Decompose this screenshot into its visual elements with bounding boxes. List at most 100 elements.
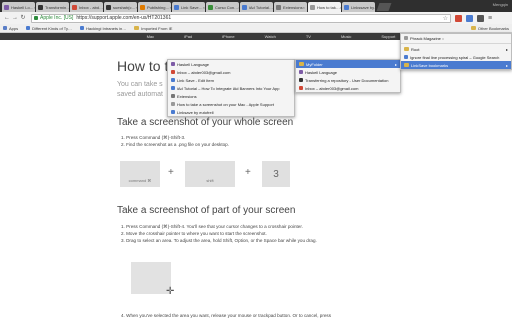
menu-item[interactable]: Ignore final line processing spiral – Go… <box>401 53 511 61</box>
bookmark-item[interactable]: Imported From IE <box>134 26 172 31</box>
site-nav-item[interactable]: Watch <box>265 34 276 39</box>
menu-item[interactable]: LinkSave bookmarks ▸ <box>401 61 511 69</box>
step: 1. Press Command (⌘)-Shift-3. <box>121 135 186 140</box>
bookmark-item[interactable]: Different Kinds of Ty… <box>26 26 72 31</box>
extension-icon[interactable] <box>477 14 484 22</box>
tab-label: Transformin… <box>45 4 69 10</box>
other-bookmarks-label: Other Bookmarks <box>477 25 509 31</box>
tab-close-icon[interactable]: × <box>203 5 205 10</box>
browser-tab[interactable]: Linkssave by… × <box>342 2 375 12</box>
tab-label: sueshah(c… <box>113 4 136 10</box>
google-icon <box>404 55 408 59</box>
tab-favicon-icon <box>38 4 43 10</box>
other-bookmarks[interactable]: Other Bookmarks <box>470 25 509 31</box>
tab-close-icon[interactable]: × <box>169 5 171 10</box>
menu-item-label: Ignore final line processing spiral – Go… <box>410 54 500 60</box>
menu-item[interactable]: How to take a screenshot on your Mac - A… <box>168 100 294 108</box>
menu-item-label: Linksave by eutofrell <box>177 109 214 115</box>
site-nav-item[interactable]: TV <box>306 34 311 39</box>
step: 3. Drag to select an area. To adjust the… <box>121 238 317 243</box>
github-icon <box>299 78 303 82</box>
browser-tab[interactable]: iAd Tutorial… × <box>240 2 273 12</box>
browser-tab[interactable]: How to tak…× <box>308 2 341 12</box>
tab-favicon-icon <box>242 4 247 10</box>
key-command: command ⌘ <box>120 161 160 187</box>
window-user[interactable]: Mengqin <box>493 2 508 7</box>
forward-arrow-icon[interactable]: → <box>11 14 19 22</box>
browser-tab[interactable]: Link Save… × <box>172 2 205 12</box>
menu-item[interactable]: Inbox – abder003@gmail.com <box>168 68 294 76</box>
site-nav-item[interactable]: Mac <box>147 34 155 39</box>
browser-tab[interactable]: Transformin… × <box>36 2 69 12</box>
reload-icon[interactable]: ↻ <box>19 14 27 22</box>
browser-tab[interactable]: Haskell Lo… × <box>2 2 35 12</box>
bookmarks-bar: Apps Different Kinds of Ty… Hackingi Intra… <box>0 24 512 33</box>
menu-item[interactable]: MyFolder ▸ <box>296 60 400 68</box>
browser-tab[interactable]: Curso Con…× <box>206 2 239 12</box>
menu-item[interactable]: Extensions <box>168 92 294 100</box>
address-bar[interactable]: Apple Inc. [US] https://support.apple.co… <box>31 13 451 23</box>
browser-tab[interactable]: Extensions × <box>274 2 307 12</box>
menu-item[interactable]: Root ▸ <box>401 45 511 53</box>
url-text[interactable]: https://support.apple.com/en-us/HT201361 <box>76 15 171 21</box>
tab-favicon-icon <box>106 4 111 10</box>
tab-favicon-icon <box>344 4 349 10</box>
key-3: 3 <box>262 161 290 187</box>
tab-close-icon[interactable]: × <box>340 5 341 10</box>
folder-icon <box>134 26 140 30</box>
menu-item[interactable]: Linksave by eutofrell <box>168 108 294 116</box>
browser-tab[interactable]: sueshah(c… × <box>104 2 137 12</box>
menu-item-label: iAd Tutorial – How To Integrate iAd Bann… <box>177 85 280 91</box>
tab-label: Publishing… <box>147 4 170 10</box>
browser-tab[interactable]: Publishing… × <box>138 2 171 12</box>
menu-item[interactable]: Transferring a repository - User Documen… <box>296 76 400 84</box>
bookmark-star-icon[interactable]: ☆ <box>443 15 448 22</box>
tab-favicon-icon <box>276 4 281 10</box>
page-icon <box>171 110 175 114</box>
browser-tab[interactable]: Inbox - abd…× <box>70 2 103 12</box>
crosshair-icon: ✛ <box>166 286 175 297</box>
bookmark-item[interactable]: Apps <box>3 26 18 31</box>
puzzle-icon <box>171 94 175 98</box>
menu-item-label: How to take a screenshot on your Mac - A… <box>177 101 274 107</box>
menu-item-label: Haskell Language <box>305 69 338 75</box>
site-nav-item[interactable]: Support <box>381 34 395 39</box>
menu-item[interactable]: Haskell Language <box>168 60 294 68</box>
site-nav-item[interactable]: Music <box>341 34 351 39</box>
extension-icon[interactable] <box>455 14 462 22</box>
submenu-arrow-icon: ▸ <box>394 61 397 67</box>
page-icon <box>26 26 31 30</box>
site-nav-item[interactable]: iPad <box>184 34 192 39</box>
haskell-icon <box>299 70 303 74</box>
step: 1. Press Command (⌘)-Shift-4. You'll see… <box>121 224 303 229</box>
menu-item[interactable]: Link Save - Edit Item <box>168 76 294 84</box>
back-arrow-icon[interactable]: ← <box>3 14 11 22</box>
menu-separator <box>401 43 511 44</box>
new-tab-button[interactable] <box>376 3 392 11</box>
menu-item[interactable]: iAd Tutorial – How To Integrate iAd Bann… <box>168 84 294 92</box>
apps-icon <box>3 26 7 30</box>
menu-item[interactable]: Haskell Language <box>296 68 400 76</box>
folder-icon <box>470 26 476 30</box>
page-icon <box>80 26 84 30</box>
tab-close-icon[interactable]: × <box>34 5 35 10</box>
tab-close-icon[interactable]: × <box>238 5 239 10</box>
bookmark-label: Different Kinds of Ty… <box>32 25 72 31</box>
hamburger-menu-icon[interactable]: ≡ <box>488 15 492 22</box>
folder-icon <box>404 47 409 51</box>
section-title: Take a screenshot of part of your screen <box>117 205 296 216</box>
tab-favicon-icon <box>310 4 315 10</box>
tab-close-icon[interactable]: × <box>303 5 305 10</box>
submenu-arrow-icon: ▸ <box>505 62 508 68</box>
extension-icon[interactable] <box>466 14 473 22</box>
menu-item[interactable]: Phrack Magazine :: <box>401 34 511 42</box>
menu-item[interactable]: Inbox – abder003@gmail.com <box>296 84 400 92</box>
tab-close-icon[interactable]: × <box>135 5 137 10</box>
bookmark-menu: Haskell Language Inbox – abder003@gmail.c… <box>167 59 295 117</box>
bookmark-item[interactable]: Hackingi Intranets in… <box>80 26 126 31</box>
menu-item-label: MyFolder <box>306 61 323 67</box>
menu-item-label: Root <box>411 46 420 52</box>
menu-item-label: Inbox – abder003@gmail.com <box>305 85 359 91</box>
site-nav-item[interactable]: iPhone <box>222 34 234 39</box>
steps-list: 1. Press Command (⌘)-Shift-4. You'll see… <box>121 223 317 244</box>
